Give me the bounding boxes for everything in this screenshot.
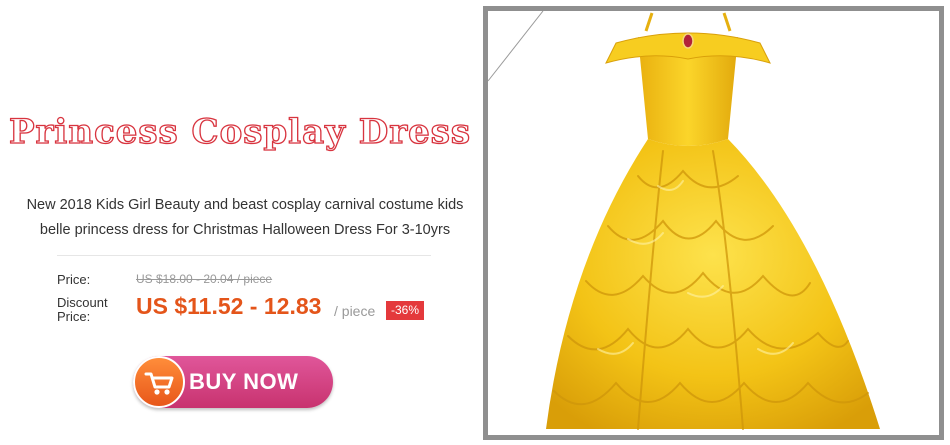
buy-now-button[interactable]: BUY NOW: [133, 356, 333, 408]
discount-label-line-2: Price:: [57, 309, 91, 324]
product-image: [483, 6, 944, 440]
discount-label-line-1: Discount: [57, 295, 108, 310]
cart-circle: [133, 356, 185, 408]
yellow-gown-illustration: [488, 11, 880, 430]
discount-badge: -36%: [386, 301, 425, 320]
banner-title: Princess Cosplay Dress: [8, 111, 472, 152]
discount-price: US $11.52 - 12.83: [136, 293, 322, 319]
shopping-cart-icon: [144, 372, 174, 395]
buy-now-label: BUY NOW: [189, 369, 299, 394]
description-line-1: New 2018 Kids Girl Beauty and beast cosp…: [26, 197, 464, 213]
divider: [57, 255, 431, 256]
product-description: New 2018 Kids Girl Beauty and beast cosp…: [20, 193, 470, 243]
price-unit: / piece: [334, 303, 376, 319]
discount-price-label: Discount Price:: [57, 296, 108, 324]
price-label: Price:: [57, 272, 91, 287]
original-price: US $18.00 - 20.04 / piece: [136, 272, 273, 286]
description-line-2: belle princess dress for Christmas Hallo…: [39, 222, 451, 238]
product-info-panel: Princess Cosplay Dress New 2018 Kids Gir…: [0, 0, 480, 445]
